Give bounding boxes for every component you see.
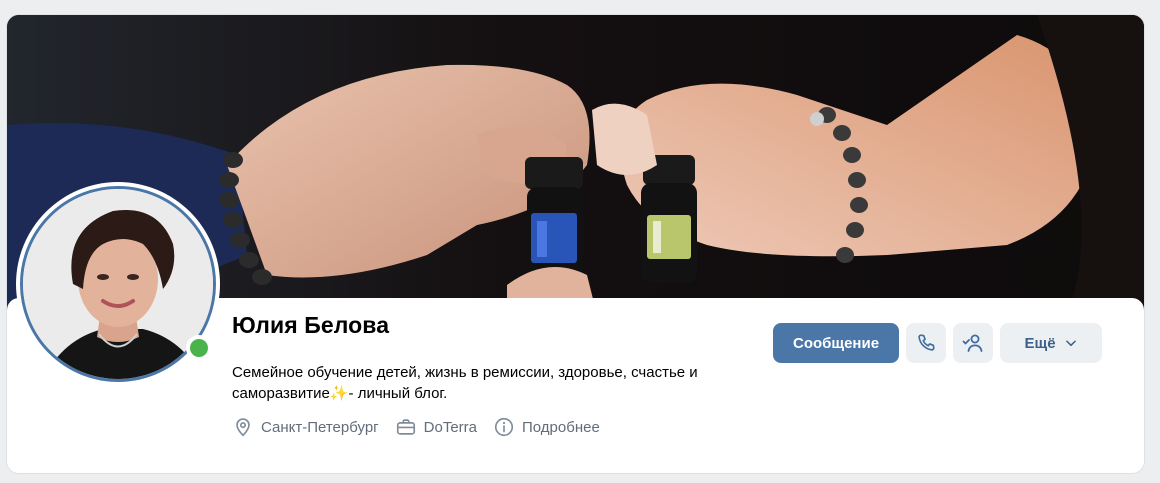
meta-work[interactable]: DoTerra <box>395 416 477 438</box>
meta-work-label: DoTerra <box>423 418 478 436</box>
status-suffix: - личный блог. <box>348 385 448 402</box>
more-button-label: Ещё <box>1024 334 1056 352</box>
meta-city-label: Санкт-Петербург <box>261 418 379 436</box>
call-button[interactable] <box>906 323 947 363</box>
chevron-down-icon <box>1065 340 1076 347</box>
briefcase-icon <box>396 419 415 435</box>
location-pin-icon <box>236 418 250 437</box>
status-text: Семейное обучение детей, жизнь в ремисси… <box>232 364 698 402</box>
sparkle-emoji: ✨ <box>329 385 349 402</box>
online-indicator <box>186 335 212 361</box>
user-check-icon <box>962 334 983 352</box>
profile-status: Семейное обучение детей, жизнь в ремисси… <box>232 362 772 404</box>
phone-icon <box>918 334 935 351</box>
more-button[interactable]: Ещё <box>1000 323 1103 363</box>
info-icon <box>494 417 514 437</box>
message-button[interactable]: Сообщение <box>773 323 900 363</box>
avatar[interactable] <box>16 182 220 386</box>
friend-status-button[interactable] <box>953 323 994 363</box>
meta-city[interactable]: Санкт-Петербург <box>232 416 379 438</box>
meta-more[interactable]: Подробнее <box>493 416 600 438</box>
profile-meta: Санкт-Петербург DoTerra Подробнее <box>232 416 616 438</box>
profile-actions: Сообщение Ещё <box>773 323 1103 363</box>
meta-more-label: Подробнее <box>522 418 600 436</box>
profile-name: Юлия Белова <box>232 312 390 338</box>
